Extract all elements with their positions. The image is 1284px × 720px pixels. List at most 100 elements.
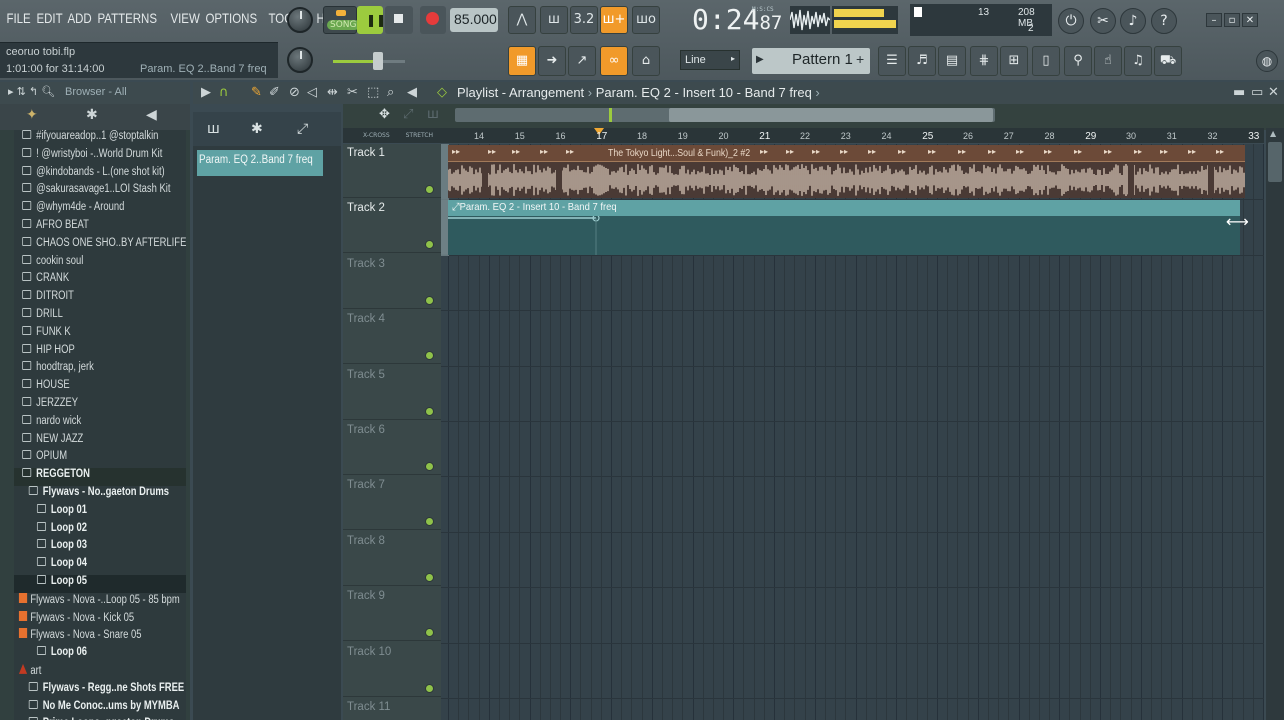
playlist-button[interactable]: ▦ [508,46,536,76]
speaker-button[interactable]: ♫ [1124,46,1152,76]
browser-item[interactable]: HIP HOP [14,343,186,362]
track-header[interactable]: Track 2 [343,199,441,254]
menu-file[interactable]: FILE [4,10,33,26]
browser-item[interactable]: Flywavs - Regg..ne Shots FREE [14,681,186,700]
paint-mode-icon[interactable]: ш [427,107,439,122]
menu-patterns[interactable]: PATTERNS [95,10,159,26]
menu-edit[interactable]: EDIT [34,10,65,26]
wait-input-button[interactable]: ш [540,6,568,34]
add-pattern-icon[interactable]: + [856,51,864,67]
track-mute-led[interactable] [425,240,434,250]
track-header[interactable]: Track 6 [343,421,441,475]
browser-item[interactable]: Loop 01 [14,503,186,522]
pitch-bend-button[interactable]: ↗ [568,46,596,76]
scroll-up-icon[interactable]: ▲ [1270,129,1276,138]
browser-options-icon[interactable]: ▸ ⇅ ↰ 🔍︎ [8,85,55,98]
browser-item[interactable]: AFRO BEAT [14,218,186,237]
track-header[interactable]: Track 4 [343,310,441,365]
select-icon[interactable]: ⬚ [367,85,379,100]
countdown-button[interactable]: 3.2 [570,6,598,34]
browser-item[interactable]: OPIUM [14,450,186,468]
browser-item[interactable]: CHAOS ONE SHO..BY AFTERLIFE [14,236,186,255]
paint-icon[interactable]: ✐ [269,85,280,100]
browser-item[interactable]: Loop 02 [14,521,186,540]
browser-item[interactable]: #ifyouareadop..1 @stoptalkin [14,130,186,148]
pattern-selector[interactable]: ▶ Pattern 1 + [752,48,870,74]
track-header[interactable]: Track 10 [343,643,441,697]
plugin-picker-button[interactable]: ⚲ [1064,46,1092,76]
minimize-button[interactable]: – [1206,13,1222,27]
browser-item[interactable]: CRANK [14,272,186,290]
time-display[interactable]: 0:2487 M:S:CS [692,3,782,36]
zoom-in-icon[interactable]: ✥ [379,107,390,122]
link-button[interactable]: ∞ [600,46,628,76]
play-button[interactable]: ❚❚ [357,6,386,34]
zoom-icon[interactable]: ⌕ [387,85,394,100]
track-header[interactable]: Track 9 [343,587,441,642]
playlist-close-icon[interactable]: ✕ [1268,85,1279,100]
snap-selector[interactable]: Line ▸ [680,50,740,70]
speaker-filter-icon[interactable]: ◀ [146,107,157,123]
song-mode-button[interactable]: SONG [323,6,360,34]
track-header[interactable]: Track 8 [343,532,441,586]
browser-item[interactable]: @sakurasavage1..LOI Stash Kit [14,183,186,201]
playlist-window-button[interactable]: ☰ [878,46,906,76]
vertical-scrollbar[interactable]: ▲ [1266,128,1284,720]
delete-icon[interactable]: ⊘ [289,85,300,100]
browser-item[interactable]: nardo wick [14,414,186,433]
loop-record-button[interactable]: шo [632,6,660,34]
master-pitch-knob[interactable] [287,7,313,33]
track-header[interactable]: Track 7 [343,476,441,531]
stamp-button[interactable]: ⌂ [632,46,660,76]
track-header[interactable]: Track 1 [343,144,441,198]
track-mute-led[interactable] [425,572,434,582]
browser-item[interactable]: FUNK K [14,325,186,344]
track-mute-led[interactable] [425,295,434,305]
browser-item[interactable]: JERZZEY [14,396,186,415]
cut-button[interactable]: ✂ [1090,8,1116,34]
browser-item[interactable]: Loop 06 [14,646,186,664]
menu-options[interactable]: OPTIONS [203,10,260,26]
record-button[interactable] [420,6,446,34]
browser-item[interactable]: hoodtrap, jerk [14,361,186,379]
volume-thumb[interactable] [373,52,383,70]
track-mute-led[interactable] [425,185,434,194]
menu-add[interactable]: ADD [65,10,94,26]
audio-filter-icon[interactable]: ✱ [86,107,98,123]
playback-icon[interactable]: ◀ [407,85,417,100]
pencil-icon[interactable]: ✎ [251,85,262,100]
track-mute-led[interactable] [425,406,434,416]
mic-button[interactable]: ♪ [1120,8,1146,34]
browser-item[interactable]: No Me Conoc..ums by MYMBA [14,699,186,718]
track-mute-led[interactable] [425,351,434,361]
browser-item[interactable]: REGGETON [14,468,186,486]
browser-item[interactable]: Loop 05 [14,574,186,593]
overview-thumb[interactable] [669,108,993,122]
tempo-display[interactable]: 85.000 [450,8,498,32]
news-button[interactable]: ◍ [1256,50,1278,72]
browser-item[interactable]: ! @wristyboi -..World Drum Kit [14,147,186,166]
master-volume-knob[interactable] [287,47,313,73]
browser-item[interactable]: HOUSE [14,379,186,397]
track-mute-led[interactable] [425,683,434,693]
stretch-label[interactable]: STRETCH [406,132,433,139]
shop-button[interactable]: ⛟ [1154,46,1182,76]
browser-item[interactable]: Loop 03 [14,539,186,557]
automation-filter-icon[interactable]: ⤢ [297,121,308,137]
power-button[interactable]: ⏻ [1058,8,1084,34]
audio-filter-icon[interactable]: ✱ [251,121,263,137]
vertical-scroll-thumb[interactable] [1268,142,1282,182]
track-mute-led[interactable] [425,517,434,527]
horizontal-overview-scrollbar[interactable] [455,108,995,122]
browser-item[interactable]: DITROIT [14,290,186,308]
browser-item[interactable]: Loop 04 [14,557,186,575]
metronome-button[interactable]: ⋀ [508,6,536,34]
next-button[interactable]: ➜ [538,46,566,76]
browser-item[interactable]: Flywavs - No..gaeton Drums [14,485,186,504]
mute-icon[interactable]: ◁ [307,85,317,100]
browser-item[interactable]: Flywavs - Nova - Snare 05 [14,628,186,646]
all-filter-icon[interactable]: ✦ [26,107,38,123]
collapse-arrow-icon[interactable]: ▶ [201,85,211,100]
track-mute-led[interactable] [425,462,434,471]
close-button[interactable]: ✕ [1242,13,1258,27]
